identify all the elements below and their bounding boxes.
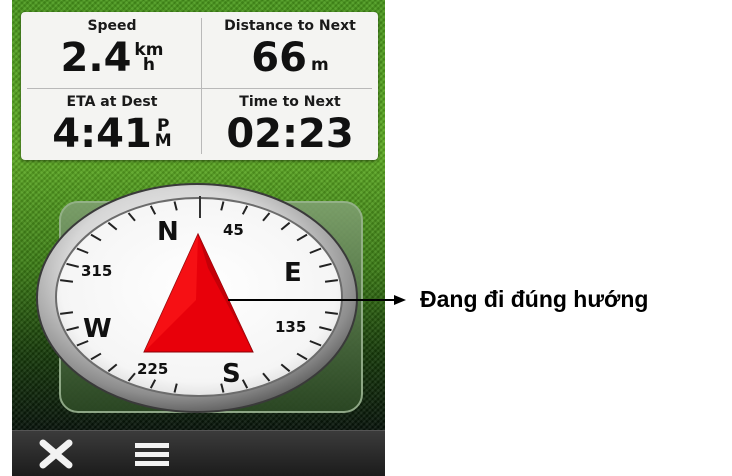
degree-45: 45 (223, 221, 244, 239)
degree-315: 315 (81, 262, 112, 280)
close-button[interactable] (36, 437, 76, 471)
close-icon (39, 439, 73, 469)
bottom-toolbar (12, 430, 385, 476)
annotation-label: Đang đi đúng hướng (420, 286, 649, 312)
cardinal-s: S (222, 359, 241, 389)
cardinal-n: N (157, 217, 179, 247)
compass: N E S W 45 135 225 315 (36, 183, 363, 413)
gps-device-screen: Speed 2.4 km h Distance to Next 66 m ETA… (12, 0, 385, 476)
annotation-line (228, 299, 398, 301)
degree-135: 135 (275, 318, 306, 336)
menu-button[interactable] (132, 437, 172, 471)
cardinal-w: W (83, 314, 112, 344)
cardinal-e: E (284, 258, 302, 288)
menu-icon (135, 443, 169, 466)
annotation-arrowhead (394, 295, 406, 305)
degree-225: 225 (137, 360, 168, 378)
